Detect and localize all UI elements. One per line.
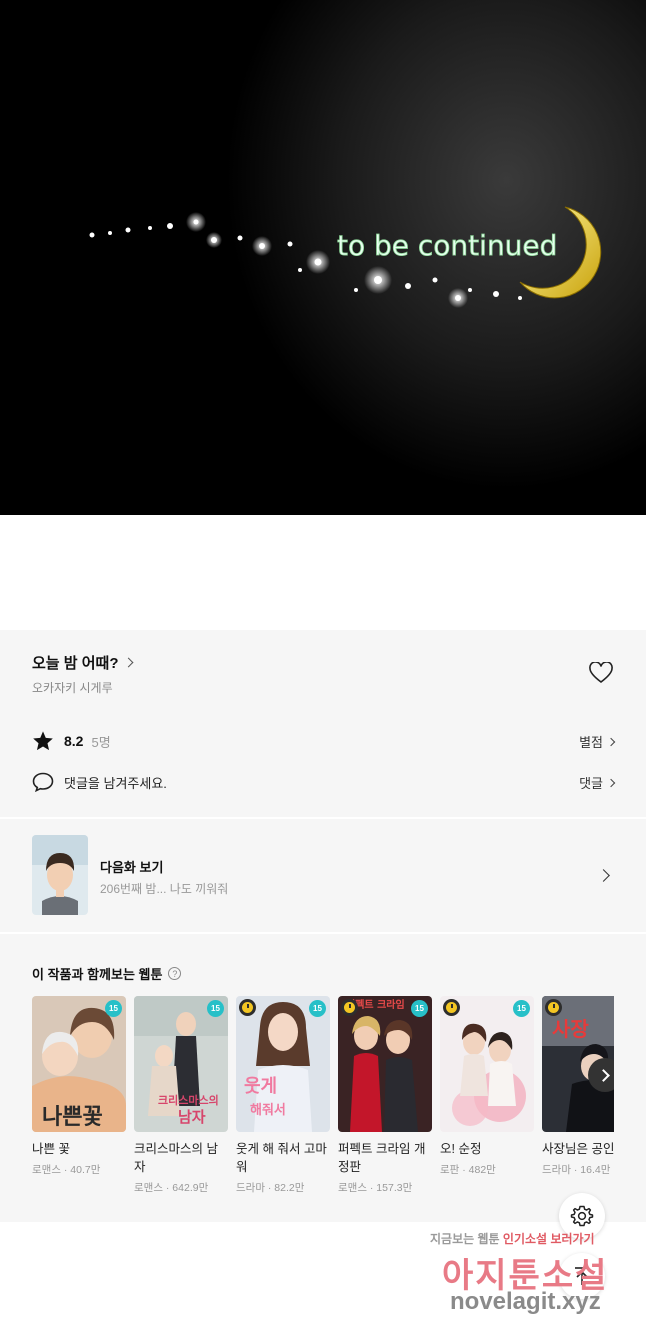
next-episode-title: 다음화 보기: [100, 860, 164, 875]
card-meta: 드라마 · 16.4만: [542, 1164, 611, 1176]
recommend-card[interactable]: 크리스마스의 남자 15 크리스마스의 남자 로맨스 · 642.9만: [134, 996, 228, 1195]
watermark-url: novelagit.xyz: [450, 1288, 601, 1315]
card-title: 웃게 해 줘서 고마워: [236, 1142, 327, 1174]
card-title: 오! 순정: [440, 1142, 482, 1156]
work-title: 오늘 밤 어때?: [32, 655, 119, 672]
clock-icon: [545, 999, 562, 1016]
divider: [0, 817, 646, 819]
card-title: 나쁜 꽃: [32, 1142, 70, 1156]
help-icon[interactable]: ?: [168, 967, 182, 980]
card-title: 퍼펙트 크라임 개정판: [338, 1142, 426, 1174]
comic-artwork: to be continued: [0, 0, 646, 515]
comment-bubble-icon: [32, 772, 54, 792]
clock-icon: [443, 999, 460, 1016]
chevron-right-icon: [597, 869, 610, 882]
comment-link[interactable]: 댓글: [579, 773, 616, 792]
rating-row: 8.2 5명 별점: [32, 729, 616, 753]
comment-link-label: 댓글: [579, 776, 603, 791]
gear-icon: [570, 1205, 594, 1227]
card-meta: 로맨스 · 157.3만: [338, 1182, 413, 1194]
rate-link[interactable]: 별점: [579, 732, 616, 751]
rating-score: 8.2: [64, 733, 84, 749]
chevron-right-icon: [123, 657, 133, 668]
comic-panel: to be continued: [0, 0, 646, 515]
comment-row[interactable]: 댓글을 남겨주세요. 댓글: [32, 770, 616, 794]
card-meta: 로맨스 · 40.7만: [32, 1164, 101, 1176]
svg-text:해줘서: 해줘서: [250, 1102, 286, 1118]
recommend-card[interactable]: 나쁜꽃 15 나쁜 꽃 로맨스 · 40.7만: [32, 996, 126, 1177]
age-rating-badge: 15: [105, 1000, 122, 1017]
chevron-right-icon: [596, 1068, 610, 1082]
heart-icon[interactable]: [589, 662, 613, 684]
clock-icon: [341, 999, 358, 1016]
next-episode-card[interactable]: 다음화 보기 206번째 밤... 나도 끼워줘: [32, 835, 614, 915]
recommend-card[interactable]: 웃게 해줘서 15 웃게 해 줘서 고마워 드라마 · 82.2만: [236, 996, 330, 1195]
card-meta: 로판 · 482만: [440, 1164, 496, 1176]
next-episode-subtitle: 206번째 밤... 나도 끼워줘: [100, 882, 229, 896]
clock-icon: [239, 999, 256, 1016]
card-cover: 퍼펙트 크라임 15: [338, 996, 432, 1132]
chevron-right-icon: [606, 778, 616, 787]
comment-prompt: 댓글을 남겨주세요.: [64, 775, 167, 791]
age-rating-badge: 15: [411, 1000, 428, 1017]
work-author: 오카자키 시게루: [32, 681, 113, 695]
card-title: 크리스마스의 남자: [134, 1142, 218, 1174]
recommend-header: 이 작품과 함께보는 웹툰 ?: [32, 964, 182, 983]
card-meta: 로맨스 · 642.9만: [134, 1182, 209, 1194]
watermark-tagline: 지금보는 웹툰 인기소설 보러가기: [430, 1232, 595, 1246]
card-cover: 나쁜꽃 15: [32, 996, 126, 1132]
card-cover: 15: [440, 996, 534, 1132]
rate-link-label: 별점: [579, 735, 603, 750]
recommend-carousel: 나쁜꽃 15 나쁜 꽃 로맨스 · 40.7만 크리스마스의 남자 15 크리스…: [32, 996, 614, 1206]
age-rating-badge: 15: [207, 1000, 224, 1017]
episode-info-panel: 오늘 밤 어때? 오카자키 시게루 8.2 5명 별점 댓글을 남겨주세요. 댓…: [0, 630, 646, 1222]
card-meta: 드라마 · 82.2만: [236, 1182, 305, 1194]
svg-text:나쁜꽃: 나쁜꽃: [42, 1104, 103, 1130]
star-icon[interactable]: [32, 730, 54, 752]
next-episode-thumbnail: [32, 835, 88, 915]
card-title: 사장님은 공인: [542, 1142, 614, 1156]
work-title-link[interactable]: 오늘 밤 어때?: [32, 652, 133, 673]
age-rating-badge: 15: [309, 1000, 326, 1017]
carousel-next-button[interactable]: [588, 1058, 614, 1092]
card-cover: 웃게 해줘서 15: [236, 996, 330, 1132]
recommend-title: 이 작품과 함께보는 웹툰: [32, 967, 163, 982]
svg-text:사장: 사장: [552, 1017, 589, 1041]
svg-text:웃게: 웃게: [244, 1076, 277, 1097]
recommend-card[interactable]: 퍼펙트 크라임 15 퍼펙트 크라임 개정판 로맨스 · 157.3만: [338, 996, 432, 1195]
svg-text:남자: 남자: [178, 1108, 206, 1126]
chevron-right-icon: [606, 737, 616, 746]
card-cover: 크리스마스의 남자 15: [134, 996, 228, 1132]
rating-count: 5명: [91, 734, 111, 750]
recommend-card[interactable]: 15 오! 순정 로판 · 482만: [440, 996, 534, 1177]
site-watermark: 지금보는 웹툰 인기소설 보러가기 아지툰소설 novelagit.xyz: [420, 1226, 640, 1322]
svg-text:크리스마스의: 크리스마스의: [158, 1093, 219, 1107]
divider: [0, 932, 646, 934]
age-rating-badge: 15: [513, 1000, 530, 1017]
comic-caption: to be continued: [337, 229, 557, 262]
